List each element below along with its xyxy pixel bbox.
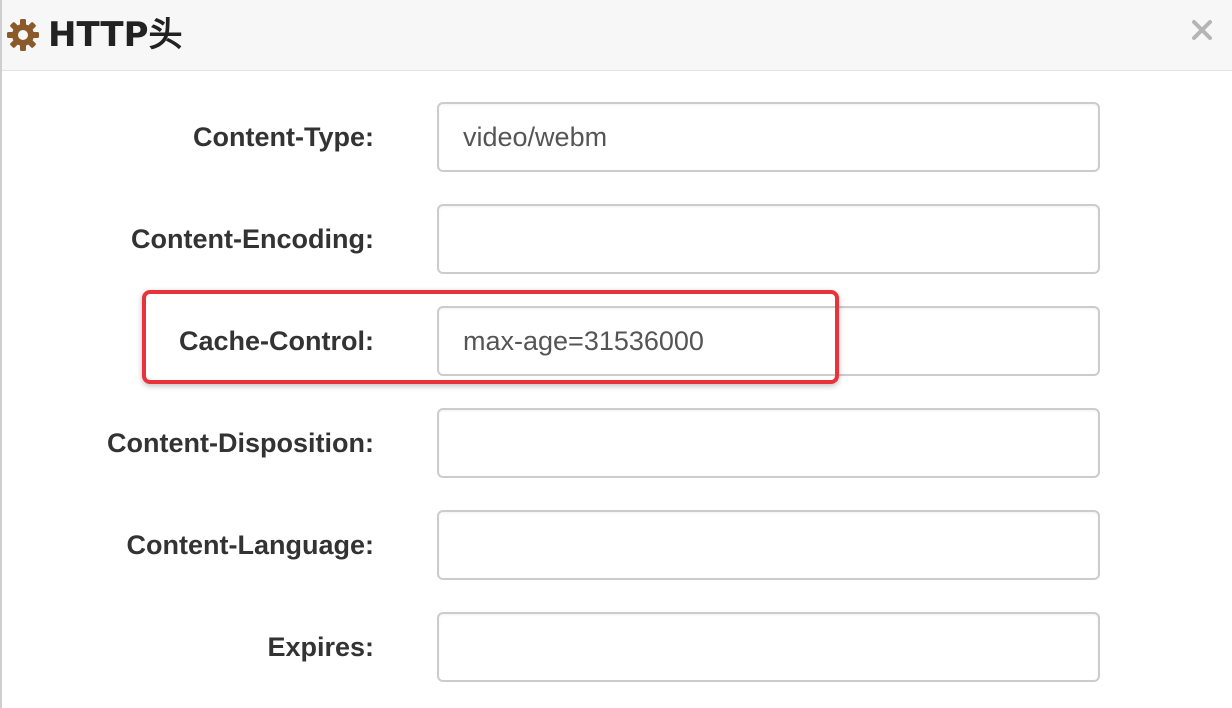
expires-input[interactable] <box>437 612 1100 682</box>
form-row-content-disposition: Content-Disposition: <box>2 408 1232 478</box>
content-disposition-label: Content-Disposition: <box>107 428 374 458</box>
content-type-label: Content-Type: <box>193 122 374 152</box>
form-row-content-type: Content-Type: <box>2 102 1232 172</box>
dialog-title: HTTP头 <box>48 15 183 55</box>
cache-control-label: Cache-Control: <box>179 326 374 356</box>
http-headers-dialog: HTTP头 Content-Type: Content-Encoding: Ca… <box>0 0 1232 708</box>
cache-control-input[interactable] <box>437 306 1100 376</box>
content-encoding-label: Content-Encoding: <box>131 224 374 254</box>
close-icon[interactable] <box>1188 16 1216 44</box>
form-row-cache-control: Cache-Control: <box>2 306 1232 376</box>
gear-icon <box>7 19 39 51</box>
content-encoding-input[interactable] <box>437 204 1100 274</box>
content-type-input[interactable] <box>437 102 1100 172</box>
dialog-header: HTTP头 <box>2 0 1232 71</box>
form-row-content-language: Content-Language: <box>2 510 1232 580</box>
content-language-label: Content-Language: <box>126 530 374 560</box>
form-row-expires: Expires: <box>2 612 1232 682</box>
content-disposition-input[interactable] <box>437 408 1100 478</box>
content-language-input[interactable] <box>437 510 1100 580</box>
expires-label: Expires: <box>267 632 374 662</box>
form-row-content-encoding: Content-Encoding: <box>2 204 1232 274</box>
